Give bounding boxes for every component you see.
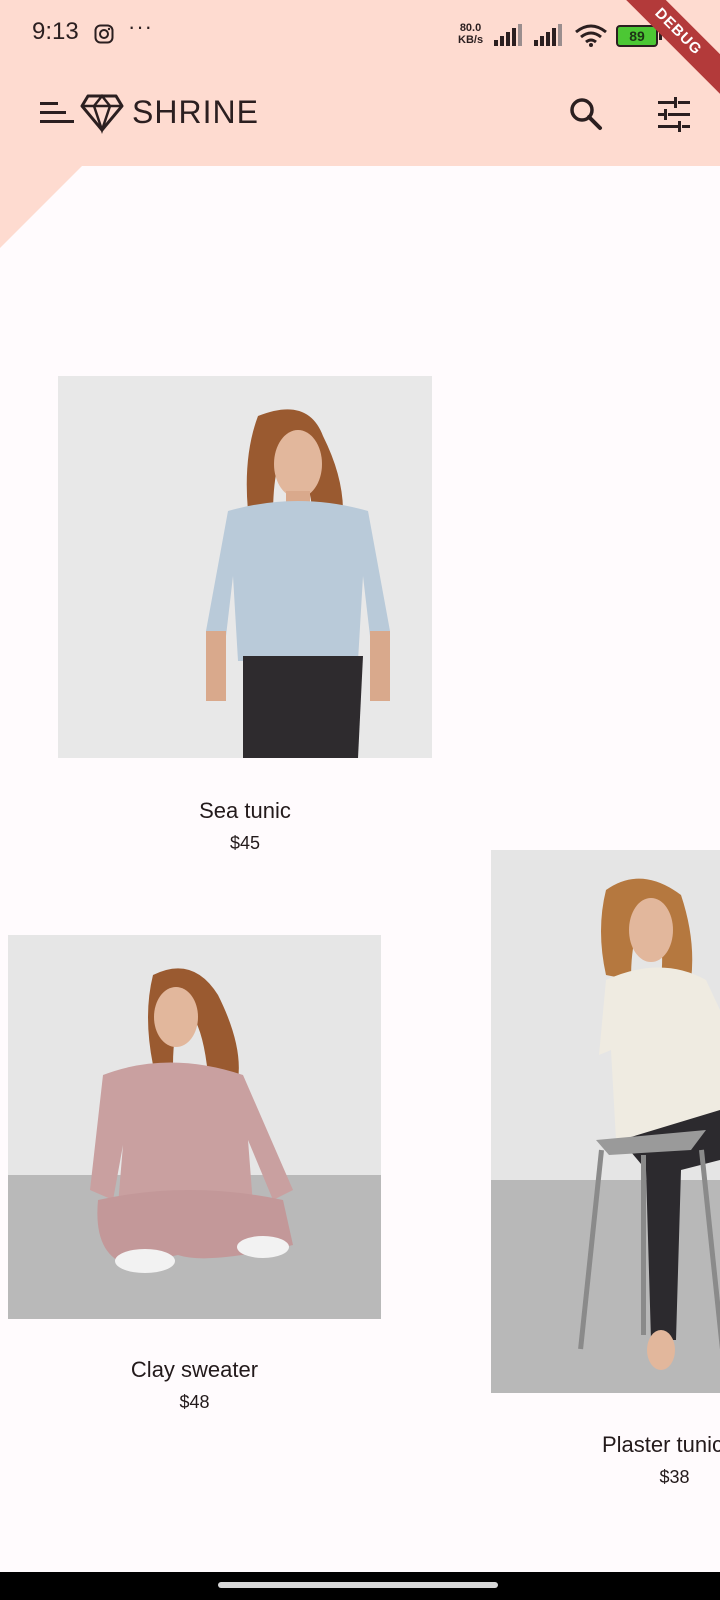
app-bar: SHRINE — [0, 82, 720, 146]
wifi-icon — [575, 24, 607, 47]
product-image — [491, 850, 720, 1393]
search-icon[interactable] — [568, 96, 604, 132]
status-bar: 9:13 ··· 80.0 KB/s 89 — [0, 0, 720, 72]
product-price: $45 — [229, 833, 261, 853]
battery-indicator: 89 — [616, 25, 662, 47]
product-price: $48 — [179, 1392, 210, 1412]
net-speed-value: 80.0 — [459, 22, 482, 34]
product-name: Plaster tunic — [601, 1432, 720, 1457]
status-time: 9:13 — [32, 18, 79, 45]
net-speed-unit: KB/s — [458, 34, 484, 46]
cellular-signal-icon — [534, 24, 562, 46]
product-image — [58, 376, 432, 758]
product-price: $38 — [659, 1467, 690, 1487]
cellular-signal-icon — [494, 24, 522, 46]
diamond-icon — [80, 93, 124, 134]
status-more-dots: ··· — [128, 14, 153, 39]
product-name: Sea tunic — [199, 798, 291, 823]
home-gesture-handle[interactable] — [218, 1582, 498, 1588]
header-corner-cut — [0, 166, 82, 248]
system-navigation-bar — [0, 1572, 720, 1600]
product-name: Clay sweater — [130, 1357, 259, 1382]
instagram-icon — [94, 24, 114, 44]
product-image — [8, 935, 381, 1319]
net-speed: 80.0 KB/s — [458, 22, 483, 46]
brand-title: SHRINE — [132, 94, 259, 130]
menu-icon[interactable] — [40, 100, 74, 126]
tune-icon[interactable] — [656, 96, 692, 132]
